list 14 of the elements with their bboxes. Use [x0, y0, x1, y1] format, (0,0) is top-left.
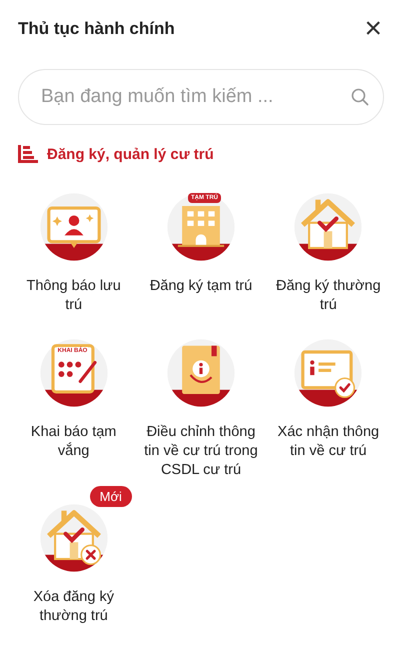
service-label[interactable]: Khai báo tạm vắng [16, 423, 131, 461]
new-badge: Mới [90, 486, 132, 507]
service-label[interactable]: Đăng ký tạm trú [150, 277, 252, 296]
service-label[interactable]: Xác nhận thông tin về cư trú [271, 423, 386, 461]
section-title: Đăng ký, quản lý cư trú [47, 146, 214, 162]
list-icon [18, 145, 38, 163]
close-button[interactable]: × [362, 14, 384, 44]
search-field[interactable]: Bạn đang muốn tìm kiếm ... [18, 69, 384, 125]
service-label[interactable]: Thông báo lưu trú [16, 277, 131, 315]
screen-title: Thủ tục hành chính [18, 19, 175, 39]
search-icon[interactable] [351, 88, 369, 106]
service-label[interactable]: Điều chỉnh thông tin về cư trú trong CSDL cư trú [144, 423, 258, 480]
service-label[interactable]: Đăng ký thường trú [271, 277, 386, 315]
service-label[interactable]: Xóa đăng ký thường trú [16, 588, 131, 626]
